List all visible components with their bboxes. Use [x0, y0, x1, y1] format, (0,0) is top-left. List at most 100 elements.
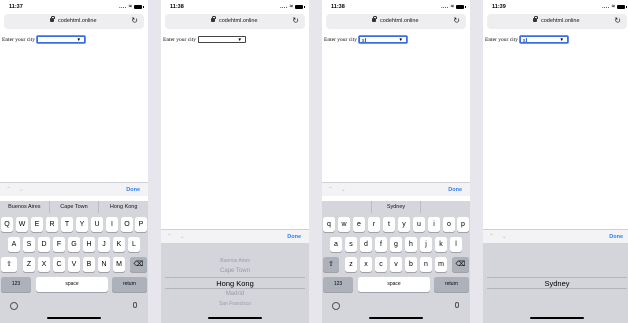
- done-button[interactable]: Done: [448, 187, 462, 193]
- reload-icon[interactable]: ↻: [614, 16, 621, 25]
- picker-option[interactable]: Madrid: [161, 291, 309, 297]
- city-picker-wheel[interactable]: Sydney: [483, 243, 628, 323]
- reload-icon[interactable]: ↻: [131, 16, 138, 25]
- picker-option-selected[interactable]: Hong Kong: [161, 279, 309, 288]
- key[interactable]: j: [420, 237, 432, 252]
- suggestion-item[interactable]: Cape Town: [50, 201, 100, 213]
- prev-next-arrows-icon[interactable]: ⌃ ⌄: [328, 186, 349, 193]
- key[interactable]: B: [83, 257, 95, 272]
- key[interactable]: N: [98, 257, 110, 272]
- key[interactable]: G: [68, 237, 80, 252]
- key[interactable]: t: [383, 217, 395, 232]
- picker-option[interactable]: Cape Town: [161, 268, 309, 274]
- key[interactable]: I: [106, 217, 118, 232]
- microphone-icon[interactable]: [133, 302, 137, 308]
- address-bar[interactable]: codehtml.online ↻: [326, 14, 466, 29]
- space-key[interactable]: space: [358, 277, 430, 292]
- key[interactable]: u: [413, 217, 425, 232]
- city-select[interactable]: s ▼: [359, 36, 407, 44]
- shift-key-icon[interactable]: ⇧: [1, 257, 17, 272]
- picker-option[interactable]: Buenos Aires: [161, 258, 309, 264]
- key[interactable]: d: [360, 237, 372, 252]
- address-bar[interactable]: codehtml.online ↻: [165, 14, 305, 29]
- reload-icon[interactable]: ↻: [453, 16, 460, 25]
- key[interactable]: b: [405, 257, 417, 272]
- emoji-icon[interactable]: [332, 302, 340, 310]
- key[interactable]: R: [46, 217, 58, 232]
- suggestion-item[interactable]: [421, 201, 470, 213]
- suggestion-item[interactable]: Sydney: [372, 201, 422, 213]
- shift-key-icon[interactable]: ⇧: [323, 257, 339, 272]
- key[interactable]: W: [16, 217, 28, 232]
- key[interactable]: a: [330, 237, 342, 252]
- key[interactable]: h: [405, 237, 417, 252]
- key[interactable]: V: [68, 257, 80, 272]
- numbers-key[interactable]: 123: [323, 277, 353, 292]
- microphone-icon[interactable]: [455, 302, 459, 308]
- key[interactable]: x: [360, 257, 372, 272]
- key[interactable]: g: [390, 237, 402, 252]
- key[interactable]: S: [23, 237, 35, 252]
- key[interactable]: P: [135, 217, 147, 232]
- key[interactable]: c: [375, 257, 387, 272]
- key[interactable]: A: [8, 237, 20, 252]
- suggestion-item[interactable]: Buenos Aires: [0, 201, 50, 213]
- key[interactable]: H: [83, 237, 95, 252]
- key[interactable]: q: [323, 217, 335, 232]
- key[interactable]: i: [428, 217, 440, 232]
- done-button[interactable]: Done: [126, 187, 140, 193]
- key[interactable]: C: [53, 257, 65, 272]
- city-picker-wheel[interactable]: Buenos Aires Cape Town Hong Kong Madrid …: [161, 243, 309, 323]
- key[interactable]: Y: [76, 217, 88, 232]
- backspace-key-icon[interactable]: ⌫: [130, 257, 147, 272]
- prev-next-arrows-icon[interactable]: ⌃ ⌄: [167, 233, 188, 240]
- key[interactable]: D: [38, 237, 50, 252]
- numbers-key[interactable]: 123: [1, 277, 31, 292]
- suggestion-item[interactable]: Hong Kong: [99, 201, 148, 213]
- key[interactable]: U: [91, 217, 103, 232]
- key[interactable]: Z: [23, 257, 35, 272]
- return-key[interactable]: return: [434, 277, 469, 292]
- key[interactable]: X: [38, 257, 50, 272]
- key[interactable]: p: [457, 217, 469, 232]
- space-key[interactable]: space: [36, 277, 108, 292]
- key[interactable]: l: [450, 237, 462, 252]
- picker-option-selected[interactable]: Sydney: [483, 279, 628, 288]
- key[interactable]: J: [98, 237, 110, 252]
- address-bar[interactable]: codehtml.online ↻: [4, 14, 144, 29]
- backspace-key-icon[interactable]: ⌫: [452, 257, 469, 272]
- key[interactable]: Q: [1, 217, 13, 232]
- prev-next-arrows-icon[interactable]: ⌃ ⌄: [489, 233, 510, 240]
- address-bar[interactable]: codehtml.online ↻: [487, 14, 627, 29]
- done-button[interactable]: Done: [287, 234, 301, 240]
- key[interactable]: e: [353, 217, 365, 232]
- city-select[interactable]: s ▼: [520, 36, 568, 44]
- key[interactable]: F: [53, 237, 65, 252]
- key[interactable]: w: [338, 217, 350, 232]
- key[interactable]: y: [398, 217, 410, 232]
- reload-icon[interactable]: ↻: [292, 16, 299, 25]
- key[interactable]: z: [345, 257, 357, 272]
- prev-next-arrows-icon[interactable]: ⌃ ⌄: [6, 186, 27, 193]
- key[interactable]: k: [435, 237, 447, 252]
- key[interactable]: m: [435, 257, 447, 272]
- city-select[interactable]: ▼: [198, 36, 246, 43]
- key[interactable]: n: [420, 257, 432, 272]
- key[interactable]: L: [128, 237, 140, 252]
- city-select[interactable]: ▼: [37, 36, 85, 43]
- key[interactable]: v: [390, 257, 402, 272]
- key[interactable]: M: [113, 257, 125, 272]
- key[interactable]: K: [113, 237, 125, 252]
- done-button[interactable]: Done: [609, 234, 623, 240]
- suggestion-item[interactable]: [322, 201, 372, 213]
- key[interactable]: E: [31, 217, 43, 232]
- emoji-icon[interactable]: [10, 302, 18, 310]
- key[interactable]: f: [375, 237, 387, 252]
- key[interactable]: T: [61, 217, 73, 232]
- key[interactable]: O: [121, 217, 133, 232]
- return-key[interactable]: return: [112, 277, 147, 292]
- picker-option[interactable]: San Francisco: [161, 301, 309, 307]
- key[interactable]: o: [443, 217, 455, 232]
- key[interactable]: s: [345, 237, 357, 252]
- key[interactable]: r: [368, 217, 380, 232]
